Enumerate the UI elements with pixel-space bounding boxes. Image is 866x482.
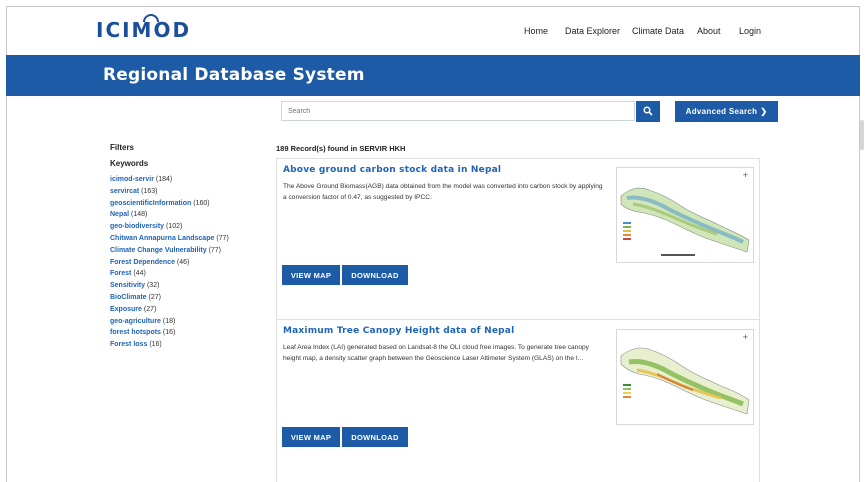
keyword-label[interactable]: geo-biodiversity <box>110 223 164 230</box>
filters-heading: Filters <box>110 143 135 152</box>
keyword-filter-item[interactable]: Chitwan Annapurna Landscape (77) <box>110 233 229 245</box>
keyword-label[interactable]: Exposure <box>110 306 142 313</box>
keyword-count: (148) <box>131 211 148 219</box>
keyword-label[interactable]: BioClimate <box>110 294 147 301</box>
download-button[interactable]: DOWNLOAD <box>342 427 408 447</box>
search-button[interactable] <box>636 101 660 122</box>
keyword-count: (46) <box>176 258 190 266</box>
nepal-map-image <box>620 347 750 415</box>
keyword-label[interactable]: forest hotspots <box>110 329 161 336</box>
keyword-count: (32) <box>146 282 160 290</box>
keywords-heading: Keywords <box>110 159 149 168</box>
keyword-label[interactable]: Nepal <box>110 211 129 218</box>
keyword-filter-item[interactable]: forest hotspots (16) <box>110 327 229 339</box>
keyword-label[interactable]: Forest <box>110 270 131 277</box>
keyword-filter-item[interactable]: Forest Dependence (46) <box>110 257 229 269</box>
keyword-filter-item[interactable]: BioClimate (27) <box>110 292 229 304</box>
result-card: Maximum Tree Canopy Height data of Nepal… <box>276 319 760 482</box>
nav-login[interactable]: Login <box>739 26 761 36</box>
keyword-label[interactable]: Chitwan Annapurna Landscape <box>110 235 214 242</box>
keyword-count: (77) <box>208 246 222 254</box>
map-thumbnail[interactable]: + <box>616 167 754 263</box>
keyword-label[interactable]: geo-agriculture <box>110 318 161 325</box>
keyword-count: (18) <box>162 317 176 325</box>
keyword-label[interactable]: Forest Dependence <box>110 259 175 266</box>
result-description: Leaf Area Index (LAI) generated based on… <box>283 344 589 362</box>
keyword-filter-item[interactable]: Forest loss (16) <box>110 339 229 351</box>
plus-icon[interactable]: + <box>743 170 748 180</box>
nepal-map-image <box>620 187 750 256</box>
view-map-button[interactable]: VIEW MAP <box>282 427 340 447</box>
search-input[interactable] <box>281 101 635 121</box>
nav-about[interactable]: About <box>697 26 721 36</box>
nav-climate-data[interactable]: Climate Data <box>632 26 684 36</box>
icimod-logo[interactable]: ICIMOD <box>96 14 191 42</box>
result-card: Above ground carbon stock data in Nepal … <box>276 158 760 320</box>
keyword-count: (184) <box>155 176 173 183</box>
nav-home[interactable]: Home <box>524 26 548 36</box>
keyword-filter-item[interactable]: Nepal (148) <box>110 209 229 221</box>
keyword-filter-item[interactable]: icimod-servir (184) <box>110 174 229 186</box>
keyword-list: icimod-servir (184) servircat (163) geosci… <box>110 174 229 351</box>
chevron-down-icon: ❯ <box>760 107 768 116</box>
keyword-filter-item[interactable]: Climate Change Vulnerability (77) <box>110 245 229 257</box>
keyword-label[interactable]: servircat <box>110 188 139 195</box>
keyword-count: (160) <box>193 199 210 207</box>
result-title[interactable]: Maximum Tree Canopy Height data of Nepal <box>283 326 514 336</box>
keyword-count: (27) <box>148 293 161 301</box>
keyword-filter-item[interactable]: geoscientificInformation (160) <box>110 198 229 210</box>
keyword-filter-item[interactable]: geo-agriculture (18) <box>110 316 229 328</box>
page-title: Regional Database System <box>103 65 365 85</box>
nav-data-explorer[interactable]: Data Explorer <box>565 26 620 36</box>
keyword-count: (163) <box>141 187 158 195</box>
page-banner: Regional Database System <box>6 55 860 96</box>
keyword-count: (16) <box>149 341 162 349</box>
keyword-filter-item[interactable]: geo-biodiversity (102) <box>110 221 229 233</box>
keyword-count: (44) <box>133 270 146 278</box>
search-icon <box>643 106 653 116</box>
result-title[interactable]: Above ground carbon stock data in Nepal <box>283 165 501 175</box>
keyword-label[interactable]: geoscientificInformation <box>110 200 191 207</box>
keyword-label[interactable]: Climate Change Vulnerability <box>110 247 207 254</box>
view-map-button[interactable]: VIEW MAP <box>282 265 340 285</box>
keyword-count: (77) <box>216 234 229 242</box>
keyword-filter-item[interactable]: Sensitivity (32) <box>110 280 229 292</box>
advanced-search-button[interactable]: Advanced Search ❯ <box>675 101 778 122</box>
keyword-label[interactable]: icimod-servir <box>110 176 154 183</box>
keyword-label[interactable]: Forest loss <box>110 341 147 348</box>
download-button[interactable]: DOWNLOAD <box>342 265 408 285</box>
keyword-label[interactable]: Sensitivity <box>110 282 145 289</box>
result-description: The Above Ground Biomass(AGB) data obtai… <box>283 183 603 201</box>
map-thumbnail[interactable]: + <box>616 329 754 425</box>
keyword-count: (27) <box>143 305 157 313</box>
scrollbar[interactable] <box>860 120 864 150</box>
keyword-count: (16) <box>162 329 176 337</box>
keyword-filter-item[interactable]: Exposure (27) <box>110 304 229 316</box>
keyword-filter-item[interactable]: servircat (163) <box>110 186 229 198</box>
plus-icon[interactable]: + <box>743 332 748 342</box>
keyword-count: (102) <box>166 223 183 231</box>
keyword-filter-item[interactable]: Forest (44) <box>110 268 229 280</box>
records-count: 189 Record(s) found in SERVIR HKH <box>276 144 406 153</box>
